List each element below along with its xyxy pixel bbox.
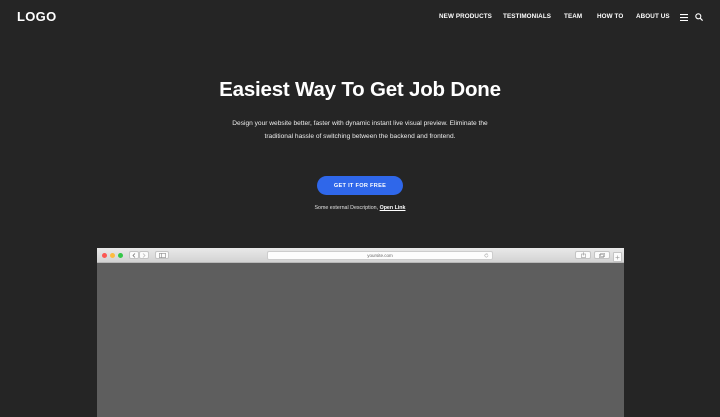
nav-item-testimonials[interactable]: TESTIMONIALS <box>503 13 551 20</box>
reload-icon[interactable] <box>484 253 489 258</box>
landing-page: LOGO NEW PRODUCTS TESTIMONIALS TEAM HOW … <box>0 0 720 417</box>
nav-item-new-products[interactable]: NEW PRODUCTS <box>439 13 492 20</box>
sidebar-button[interactable] <box>155 251 169 259</box>
close-dot-icon <box>102 253 107 258</box>
browser-mockup: yoursite.com <box>97 248 624 417</box>
new-tab-button[interactable] <box>613 252 622 262</box>
tabs-button[interactable] <box>594 251 610 259</box>
browser-toolbar: yoursite.com <box>97 248 624 263</box>
nav-item-team[interactable]: TEAM <box>564 13 582 20</box>
nav-item-how-to[interactable]: HOW TO <box>597 13 623 20</box>
chevron-left-icon <box>132 252 136 258</box>
sidebar-icon <box>158 252 166 258</box>
share-button[interactable] <box>575 251 591 259</box>
tabs-icon <box>599 252 605 258</box>
hamburger-icon[interactable] <box>680 14 688 21</box>
address-bar[interactable]: yoursite.com <box>267 251 493 260</box>
share-icon <box>580 252 586 258</box>
chevron-right-icon <box>142 252 146 258</box>
search-icon[interactable] <box>695 13 703 21</box>
hero-description: Design your website better, faster with … <box>232 120 488 140</box>
external-description: Some external Description, Open Link <box>0 205 720 211</box>
external-description-text: Some external Description, <box>314 205 380 211</box>
url-text: yoursite.com <box>367 253 393 258</box>
main-nav: NEW PRODUCTS TESTIMONIALS TEAM HOW TO AB… <box>0 13 720 25</box>
back-button[interactable] <box>129 251 139 259</box>
browser-viewport <box>97 263 624 417</box>
get-it-for-free-button[interactable]: GET IT FOR FREE <box>317 176 403 195</box>
plus-icon <box>615 255 620 259</box>
maximize-dot-icon <box>118 253 123 258</box>
nav-item-about-us[interactable]: ABOUT US <box>636 13 670 20</box>
minimize-dot-icon <box>110 253 115 258</box>
hero-title: Easiest Way To Get Job Done <box>219 78 501 101</box>
open-link[interactable]: Open Link <box>380 205 406 211</box>
forward-button[interactable] <box>139 251 149 259</box>
